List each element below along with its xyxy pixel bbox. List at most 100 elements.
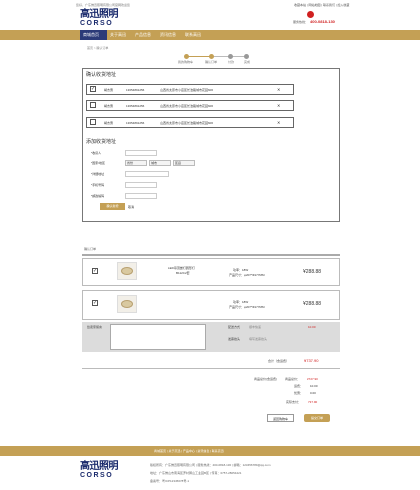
top-link-bookmark[interactable]: 收藏本站 <box>294 3 306 7</box>
form-label-phone: *手机号码 <box>91 183 105 187</box>
address-checkbox[interactable] <box>90 102 96 108</box>
product-image <box>117 262 137 280</box>
step-label-cart: 我的购物车 <box>178 60 194 64</box>
item-checkbox[interactable]: ✓ <box>92 268 98 274</box>
order-section-label: 确认订单 <box>84 247 97 251</box>
step-label-confirm: 确认订单 <box>205 60 218 64</box>
downlight-icon <box>121 267 133 275</box>
zip-input[interactable] <box>125 193 157 199</box>
hotline-number: 400-0818-130 <box>310 19 335 24</box>
footer-links[interactable]: 商城首页 | 关于高迅 | 产品中心 | 资讯信息 | 联系高迅 <box>154 449 224 453</box>
cancel-link[interactable]: 取消 <box>128 205 134 209</box>
product-power: 功率：18W <box>233 268 249 272</box>
breadcrumb: 首页 > 确认订单 <box>87 46 109 50</box>
phone-input[interactable] <box>125 182 157 188</box>
summary-value-subtotal: ¥727.90 <box>307 377 318 381</box>
product-power: 功率：18W <box>233 300 249 304</box>
product-spec: 产品尺寸：φ207*Φ177MM <box>229 273 265 277</box>
top-link-sitemap[interactable]: 网站地图 <box>308 3 320 7</box>
nav-item-news[interactable]: 资讯信息 <box>160 32 176 37</box>
shipping-label: 配送方式 <box>228 325 241 329</box>
hotline-label: 服务热线： <box>293 20 309 24</box>
delete-address-icon[interactable]: ✕ <box>277 103 280 108</box>
new-address-title: 添加收货地址 <box>86 139 117 145</box>
submit-order-button[interactable]: 提交订单 <box>304 414 330 422</box>
summary-value-shipping: 10.00 <box>310 384 318 388</box>
step-dot-pay <box>228 54 233 59</box>
nav-item-about[interactable]: 关于高迅 <box>110 32 126 37</box>
address-phone: 13654891256 <box>126 88 145 92</box>
nav-item-products[interactable]: 产品信息 <box>135 32 151 37</box>
item-checkbox[interactable]: ✓ <box>92 300 98 306</box>
nav-item-contact[interactable]: 联系高迅 <box>185 32 201 37</box>
nav-item-home-label[interactable]: 商城首页 <box>83 32 99 37</box>
address-name: 胡杰惠 <box>104 104 114 108</box>
total-amount: ¥737.90 <box>304 358 319 363</box>
footer-logo-en: CORSO <box>80 472 114 479</box>
top-link-favorite[interactable]: 加入收藏 <box>337 3 349 7</box>
footer-copyright: 版权所有：广东佛迅照明有限公司 | 服务热线：400-0818-130 | 邮箱… <box>150 463 271 467</box>
province-select[interactable]: 省份 <box>125 160 147 166</box>
footer-address: 地址：广东佛山市南海区罗村狮山工业园B区 | 传真：0757-28054221 <box>150 471 242 475</box>
site-logo[interactable]: 高迅照明 CORSO <box>80 9 128 27</box>
step-dot-cart <box>184 54 189 59</box>
form-label-receiver: *收货人 <box>91 151 102 155</box>
total-label: 合计（含运费） <box>268 359 290 363</box>
summary-value-discount: 0.00 <box>310 391 316 395</box>
address-checkbox[interactable] <box>90 119 96 125</box>
address-input[interactable] <box>125 171 169 177</box>
logo-cn: 高迅照明 <box>80 9 119 20</box>
shipping-fee: 10.00 <box>308 325 316 329</box>
invoice-label: 发票抬头 <box>228 337 241 341</box>
remark-label: 给卖家留言 <box>87 325 103 329</box>
order-header-line <box>82 254 340 256</box>
footer-logo-cn: 高迅照明 <box>80 461 119 472</box>
hotline-icon <box>307 11 314 18</box>
address-checkbox[interactable]: ✓ <box>90 86 96 92</box>
product-spec: 产品尺寸：φ207*Φ177MM <box>229 305 265 309</box>
top-link-contact[interactable]: 联系我们 <box>323 3 335 7</box>
shipping-value[interactable]: 顺丰快递 <box>249 325 261 329</box>
form-label-zip: *邮政编码 <box>91 194 105 198</box>
product-price: ¥288.88 <box>303 269 322 275</box>
summary-label-discount: 优惠： <box>294 391 304 395</box>
summary-label-pay: 实际支付： <box>286 400 302 404</box>
address-phone: 13654891256 <box>126 121 145 125</box>
district-select[interactable]: 区县 <box>173 160 195 166</box>
summary-label-subtotal: 商品总价： <box>285 377 301 381</box>
footer-icp: 备案号：粤ICP12345678号-1 <box>150 479 190 483</box>
step-label-pay: 付款 <box>228 60 235 64</box>
delete-address-icon[interactable]: ✕ <box>277 87 280 92</box>
city-select[interactable]: 城市 <box>149 160 171 166</box>
address-name: 胡杰惠 <box>104 121 114 125</box>
address-detail: 山西省太原市小店区长治路城市花园606 <box>160 88 214 92</box>
confirm-add-button[interactable]: 确认新增 <box>100 203 125 210</box>
logo-en: CORSO <box>80 20 114 27</box>
form-label-address: *详细地址 <box>91 172 105 176</box>
step-dot-done <box>244 54 249 59</box>
address-phone: 13654891256 <box>126 104 145 108</box>
address-detail: 山西省太原市小店区长治路城市花园606 <box>160 104 214 108</box>
delete-address-icon[interactable]: ✕ <box>277 120 280 125</box>
summary-left-label: 商品总价(含运费) <box>254 377 277 381</box>
step-label-done: 完成 <box>244 60 251 64</box>
back-to-cart-button[interactable]: 返回购物车 <box>267 414 294 422</box>
product-price: ¥288.88 <box>303 301 322 307</box>
summary-value-pay: 737.90 <box>308 400 318 404</box>
top-links[interactable]: 收藏本站 | 网站地图 | 联系我们 | 加入收藏 <box>294 3 349 7</box>
downlight-icon <box>121 300 133 308</box>
footer-logo[interactable]: 高迅照明 CORSO <box>80 461 132 479</box>
summary-label-shipping: 运费： <box>294 384 304 388</box>
product-name: LED吊顶嵌灯圆形灯 <box>168 266 195 270</box>
address-detail: 山西省太原市小店区长治路城市花园606 <box>160 121 214 125</box>
product-image <box>117 295 137 313</box>
invoice-value[interactable]: 填写发票抬头 <box>249 337 267 341</box>
total-divider <box>82 368 340 369</box>
product-model: B112C2套 <box>176 271 190 275</box>
remark-textarea[interactable] <box>110 324 206 350</box>
address-name: 胡杰惠 <box>104 88 114 92</box>
form-label-region: *国家/地区 <box>91 161 106 165</box>
welcome-text: 您好，广东佛迅照明有限公司官网欢迎您 <box>76 3 131 7</box>
receiver-input[interactable] <box>125 150 157 156</box>
step-dot-confirm <box>209 54 214 59</box>
